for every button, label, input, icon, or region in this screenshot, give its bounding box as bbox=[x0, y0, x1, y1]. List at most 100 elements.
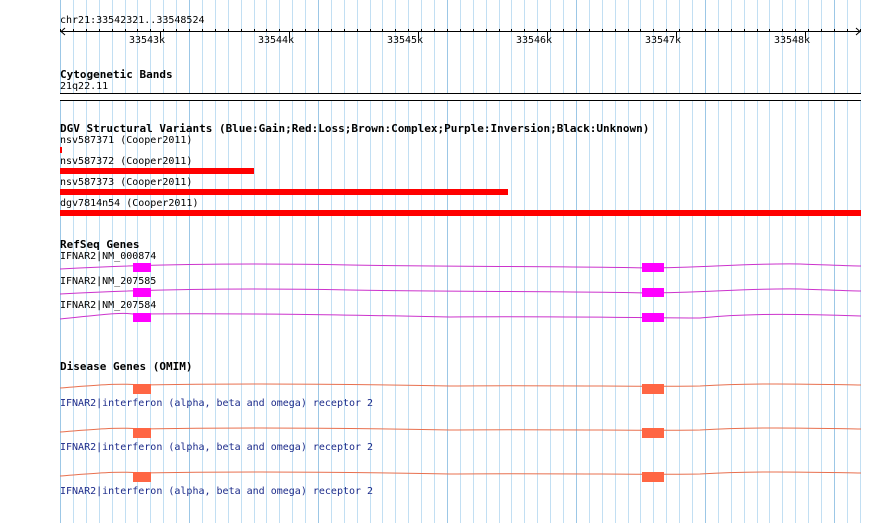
ruler-minor-tick bbox=[795, 29, 796, 32]
dgv-variant-label: nsv587371 (Cooper2011) bbox=[60, 135, 193, 146]
ruler-minor-tick bbox=[408, 29, 409, 32]
omim-exon[interactable] bbox=[642, 472, 664, 482]
ruler-minor-tick bbox=[202, 29, 203, 32]
ruler-minor-tick bbox=[305, 29, 306, 32]
ruler-minor-tick bbox=[808, 29, 809, 32]
ruler-minor-tick bbox=[860, 29, 861, 32]
omim-exon[interactable] bbox=[642, 428, 664, 438]
ruler-minor-tick bbox=[215, 29, 216, 32]
ruler-minor-tick bbox=[344, 29, 345, 32]
genome-browser-panel: chr21:33542321..33548524 33543k 33544k 3… bbox=[0, 0, 890, 523]
dgv-variant-bar[interactable] bbox=[60, 168, 254, 174]
ruler-minor-tick bbox=[73, 29, 74, 32]
ruler-minor-tick bbox=[731, 29, 732, 32]
omim-gene-label[interactable]: IFNAR2|interferon (alpha, beta and omega… bbox=[60, 442, 373, 454]
ruler-minor-tick bbox=[382, 29, 383, 32]
ruler-minor-tick bbox=[653, 29, 654, 32]
refseq-exon[interactable] bbox=[642, 288, 664, 297]
ruler-minor-tick bbox=[99, 29, 100, 32]
ruler-tick-label: 33545k bbox=[386, 35, 424, 46]
ruler-minor-tick bbox=[679, 29, 680, 32]
refseq-exon[interactable] bbox=[133, 313, 151, 322]
refseq-exon[interactable] bbox=[642, 313, 664, 322]
cytobands-track-title[interactable]: Cytogenetic Bands bbox=[60, 68, 173, 81]
ruler-minor-tick bbox=[460, 29, 461, 32]
refseq-exon[interactable] bbox=[133, 288, 151, 297]
ruler-minor-tick bbox=[318, 29, 319, 32]
dgv-variant-label: nsv587373 (Cooper2011) bbox=[60, 177, 193, 188]
ruler-minor-tick bbox=[757, 29, 758, 32]
dgv-variant-bar[interactable] bbox=[60, 189, 508, 195]
ruler-minor-tick bbox=[589, 29, 590, 32]
ruler-minor-tick bbox=[228, 29, 229, 32]
ruler-arrows bbox=[60, 27, 861, 36]
dgv-variant-bar[interactable] bbox=[60, 210, 861, 216]
ruler-minor-tick bbox=[524, 29, 525, 32]
ruler-minor-tick bbox=[292, 29, 293, 32]
dgv-variant-label: nsv587372 (Cooper2011) bbox=[60, 156, 193, 167]
ruler-minor-tick bbox=[550, 29, 551, 32]
omim-exon[interactable] bbox=[133, 384, 151, 394]
omim-gene-label[interactable]: IFNAR2|interferon (alpha, beta and omega… bbox=[60, 486, 373, 498]
refseq-exon[interactable] bbox=[133, 263, 151, 272]
ruler-minor-tick bbox=[692, 29, 693, 32]
ruler-minor-tick bbox=[705, 29, 706, 32]
ruler-minor-tick bbox=[511, 29, 512, 32]
ruler-minor-tick bbox=[473, 29, 474, 32]
ruler-minor-tick bbox=[576, 29, 577, 32]
ruler-minor-tick bbox=[137, 29, 138, 32]
ruler-tick-label: 33547k bbox=[644, 35, 682, 46]
ruler-minor-tick bbox=[434, 29, 435, 32]
ruler-minor-tick bbox=[395, 29, 396, 32]
omim-exon[interactable] bbox=[642, 384, 664, 394]
ruler-minor-tick bbox=[112, 29, 113, 32]
ruler-minor-tick bbox=[718, 29, 719, 32]
omim-exon[interactable] bbox=[133, 428, 151, 438]
ruler-minor-tick bbox=[640, 29, 641, 32]
ruler[interactable]: 33543k 33544k 33545k 33546k 33547k 33548… bbox=[60, 26, 861, 50]
refseq-exon[interactable] bbox=[642, 263, 664, 272]
ruler-minor-tick bbox=[499, 29, 500, 32]
ruler-minor-tick bbox=[279, 29, 280, 32]
ruler-minor-tick bbox=[176, 29, 177, 32]
ruler-minor-tick bbox=[421, 29, 422, 32]
ruler-minor-tick bbox=[163, 29, 164, 32]
ruler-minor-tick bbox=[189, 29, 190, 32]
ruler-minor-tick bbox=[150, 29, 151, 32]
ruler-minor-tick bbox=[266, 29, 267, 32]
ruler-minor-tick bbox=[834, 29, 835, 32]
omim-gene-label[interactable]: IFNAR2|interferon (alpha, beta and omega… bbox=[60, 398, 373, 410]
ruler-minor-tick bbox=[769, 29, 770, 32]
omim-track-title[interactable]: Disease Genes (OMIM) bbox=[60, 360, 192, 373]
ruler-minor-tick bbox=[125, 29, 126, 32]
ruler-minor-tick bbox=[357, 29, 358, 32]
ruler-minor-tick bbox=[331, 29, 332, 32]
cytoband-label: 21q22.11 bbox=[60, 81, 109, 92]
ruler-tick-label: 33543k bbox=[128, 35, 166, 46]
ruler-minor-tick bbox=[847, 29, 848, 32]
ruler-minor-tick bbox=[370, 29, 371, 32]
ruler-tick-label: 33546k bbox=[515, 35, 553, 46]
ruler-minor-tick bbox=[60, 29, 61, 32]
ruler-minor-tick bbox=[666, 29, 667, 32]
cytoband-feature[interactable] bbox=[60, 93, 861, 101]
ruler-minor-tick bbox=[86, 29, 87, 32]
ruler-minor-tick bbox=[447, 29, 448, 32]
ruler-minor-tick bbox=[563, 29, 564, 32]
ruler-tick-label: 33548k bbox=[773, 35, 811, 46]
dgv-variant-label: dgv7814n54 (Cooper2011) bbox=[60, 198, 199, 209]
dgv-variant-bar[interactable] bbox=[60, 147, 62, 153]
ruler-minor-tick bbox=[241, 29, 242, 32]
ruler-minor-tick bbox=[602, 29, 603, 32]
refseq-track-title[interactable]: RefSeq Genes bbox=[60, 238, 139, 251]
ruler-minor-tick bbox=[782, 29, 783, 32]
ruler-minor-tick bbox=[744, 29, 745, 32]
dgv-track-title[interactable]: DGV Structural Variants (Blue:Gain;Red:L… bbox=[60, 122, 649, 135]
ruler-minor-tick bbox=[615, 29, 616, 32]
ruler-minor-tick bbox=[821, 29, 822, 32]
omim-exon[interactable] bbox=[133, 472, 151, 482]
ruler-tick-label: 33544k bbox=[257, 35, 295, 46]
ruler-minor-tick bbox=[254, 29, 255, 32]
ruler-minor-tick bbox=[628, 29, 629, 32]
ruler-minor-tick bbox=[486, 29, 487, 32]
